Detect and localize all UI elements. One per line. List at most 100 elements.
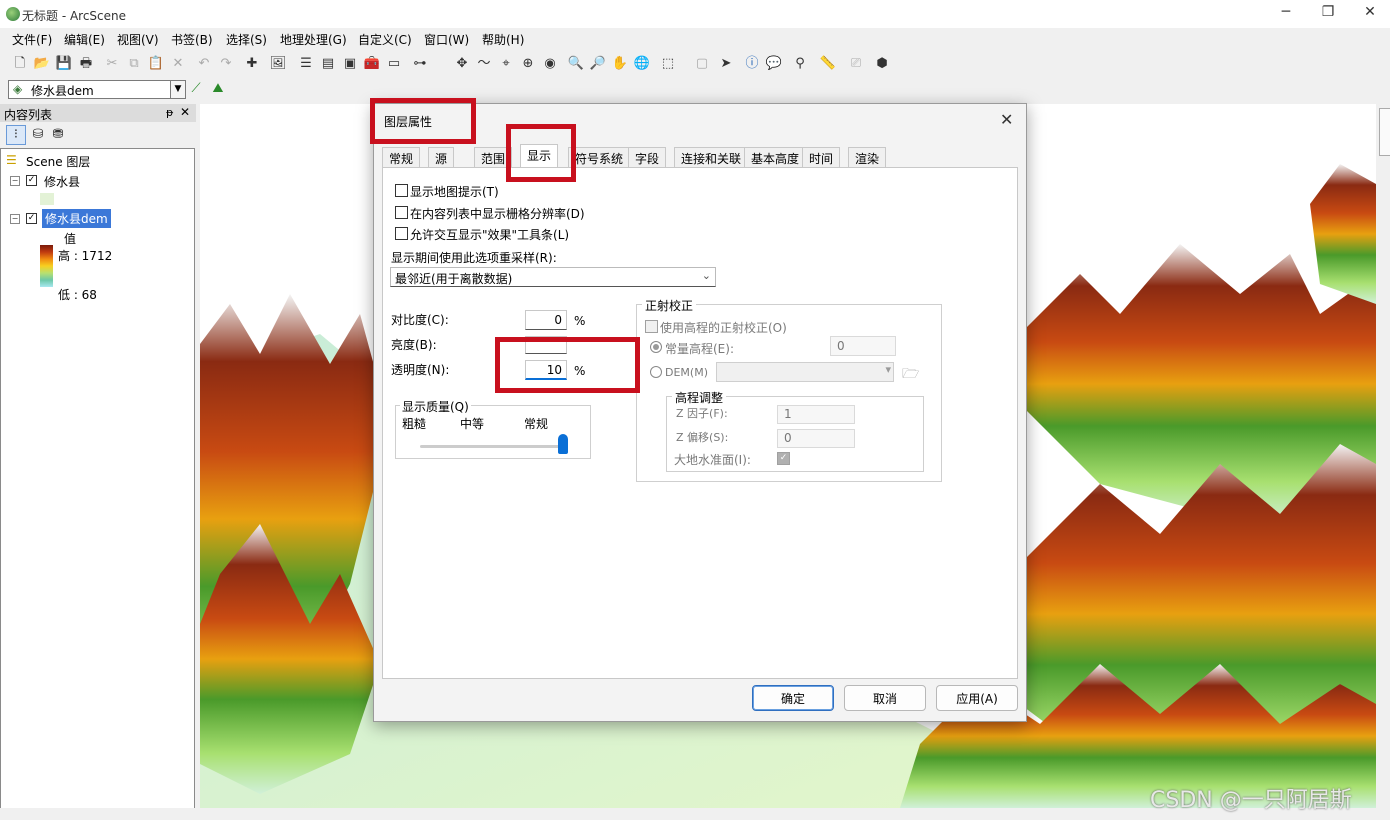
navigate-icon[interactable]: ✥ xyxy=(452,54,472,74)
dem-radio[interactable] xyxy=(650,366,662,378)
layer-selector-dropdown[interactable]: ◈ 修水县dem ▼ xyxy=(8,80,186,99)
undo-icon[interactable]: ↶ xyxy=(194,54,214,74)
zoom-to-target-icon[interactable]: ⊕ xyxy=(518,54,538,74)
menu-edit[interactable]: 编辑(E) xyxy=(64,31,105,48)
add-data-icon[interactable]: ✚ xyxy=(242,54,262,74)
animation-icon[interactable]: ⎚ xyxy=(846,54,866,74)
allow-effects-checkbox[interactable] xyxy=(395,227,408,240)
dialog-close-icon[interactable]: ✕ xyxy=(1000,110,1013,129)
tab-time[interactable]: 时间 xyxy=(802,147,841,168)
open-folder-icon[interactable]: 📂 xyxy=(32,54,52,74)
use-elevation-ortho-checkbox[interactable] xyxy=(645,320,658,333)
delete-icon[interactable]: ✕ xyxy=(168,54,188,74)
tab-fields[interactable]: 字段 xyxy=(628,147,667,168)
list-by-source-icon[interactable]: ⛁ xyxy=(28,125,48,145)
watermark: CSDN @一只阿居斯 xyxy=(1150,788,1352,813)
3d-analyst-icon[interactable]: ⬢ xyxy=(872,54,892,74)
menu-help[interactable]: 帮助(H) xyxy=(482,31,524,48)
select-features-icon[interactable]: ⬚ xyxy=(658,54,678,74)
flicker-layer-icon[interactable]: ⛰ xyxy=(208,79,228,99)
paste-icon[interactable]: 📋 xyxy=(146,54,166,74)
menu-bookmarks[interactable]: 书签(B) xyxy=(171,31,213,48)
picture-icon[interactable]: 🖼 xyxy=(268,54,288,74)
layer-checkbox-dem[interactable]: ✓ xyxy=(26,213,37,224)
geoid-checkbox[interactable]: ✓ xyxy=(777,452,790,465)
menu-selection[interactable]: 选择(S) xyxy=(226,31,267,48)
html-popup-icon[interactable]: 💬 xyxy=(764,54,784,74)
show-resolution-checkbox[interactable] xyxy=(395,206,408,219)
print-icon[interactable]: 🖶 xyxy=(76,54,96,74)
layer-checkbox-xiushui[interactable]: ✓ xyxy=(26,175,37,186)
zoom-out-icon[interactable]: 🔎 xyxy=(588,54,608,74)
tab-general[interactable]: 常规 xyxy=(382,147,421,168)
select-elements-icon[interactable]: ➤ xyxy=(716,54,736,74)
swipe-layer-icon[interactable]: ⟋ xyxy=(186,79,206,99)
table-of-contents-icon[interactable]: ☰ xyxy=(296,54,316,74)
brightness-label: 亮度(B): xyxy=(391,338,437,352)
clear-selection-icon[interactable]: ▢ xyxy=(692,54,712,74)
maximize-button[interactable]: ❐ xyxy=(1308,4,1348,24)
constant-elevation-radio[interactable] xyxy=(650,341,662,353)
find-binoculars-icon[interactable]: ⚲ xyxy=(790,54,810,74)
tab-source[interactable]: 源 xyxy=(428,147,455,168)
apply-button[interactable]: 应用(A) xyxy=(936,685,1018,711)
z-offset-input[interactable]: 0 xyxy=(777,429,855,448)
ok-button[interactable]: 确定 xyxy=(752,685,834,711)
arctoolbox-icon[interactable]: 🧰 xyxy=(362,54,382,74)
tab-joins-relates[interactable]: 连接和关联 xyxy=(674,147,749,168)
menu-file[interactable]: 文件(F) xyxy=(12,31,52,48)
full-extent-icon[interactable]: 🌐 xyxy=(632,54,652,74)
save-icon[interactable]: 💾 xyxy=(54,54,74,74)
close-window-button[interactable]: ✕ xyxy=(1350,4,1390,24)
show-resolution-label: 在内容列表中显示栅格分辨率(D) xyxy=(410,207,585,221)
contrast-input[interactable]: 0 xyxy=(525,310,567,330)
menu-geoprocessing[interactable]: 地理处理(G) xyxy=(280,31,347,48)
redo-icon[interactable]: ↷ xyxy=(216,54,236,74)
tab-symbology[interactable]: 符号系统 xyxy=(568,147,631,168)
z-factor-input[interactable]: 1 xyxy=(777,405,855,424)
model-builder-icon[interactable]: ⊶ xyxy=(410,54,430,74)
quality-slider-thumb[interactable] xyxy=(558,434,568,454)
pin-icon[interactable]: ᵽ xyxy=(166,106,173,119)
new-document-icon[interactable]: 🗋 xyxy=(10,54,30,74)
list-by-drawing-order-icon[interactable]: ⁝ xyxy=(6,125,26,145)
cut-icon[interactable]: ✂ xyxy=(102,54,122,74)
menu-windows[interactable]: 窗口(W) xyxy=(424,31,469,48)
constant-elevation-input[interactable]: 0 xyxy=(830,336,896,356)
measure-icon[interactable]: 📏 xyxy=(818,54,838,74)
menu-customize[interactable]: 自定义(C) xyxy=(358,31,412,48)
layer-name-dem[interactable]: 修水县dem xyxy=(42,209,111,228)
collapse-icon[interactable]: − xyxy=(10,214,20,224)
contrast-label: 对比度(C): xyxy=(391,313,449,327)
collapse-icon[interactable]: − xyxy=(10,176,20,186)
menu-view[interactable]: 视图(V) xyxy=(117,31,159,48)
z-factor-label: Z 因子(F): xyxy=(676,407,728,420)
display-quality-title: 显示质量(Q) xyxy=(400,398,471,415)
fly-icon[interactable]: 〜 xyxy=(474,54,494,74)
copy-icon[interactable]: ⧉ xyxy=(124,54,144,74)
catalog-tab-icon[interactable] xyxy=(1379,108,1390,156)
minimize-button[interactable]: ─ xyxy=(1266,4,1306,24)
set-observer-icon[interactable]: ◉ xyxy=(540,54,560,74)
highlight-dialog-title xyxy=(370,98,476,144)
pan-icon[interactable]: ✋ xyxy=(610,54,630,74)
python-window-icon[interactable]: ▭ xyxy=(384,54,404,74)
cancel-button[interactable]: 取消 xyxy=(844,685,926,711)
toc-close-icon[interactable]: ✕ xyxy=(180,105,190,119)
resample-dropdown[interactable]: 最邻近(用于离散数据) ⌄ xyxy=(390,267,716,287)
search-window-icon[interactable]: ▣ xyxy=(340,54,360,74)
layer-name-xiushui[interactable]: 修水县 xyxy=(44,173,80,190)
tab-rendering[interactable]: 渲染 xyxy=(848,147,887,168)
show-maptips-checkbox[interactable] xyxy=(395,184,408,197)
target-center-icon[interactable]: ⌖ xyxy=(496,54,516,74)
catalog-icon[interactable]: ▤ xyxy=(318,54,338,74)
zoom-in-icon[interactable]: 🔍 xyxy=(566,54,586,74)
elevation-color-ramp xyxy=(40,245,53,287)
chevron-down-icon: ⌄ xyxy=(701,269,711,282)
dem-dropdown[interactable]: ▾ xyxy=(716,362,894,382)
identify-icon[interactable]: ⓘ xyxy=(742,54,762,74)
scene-layers-root[interactable]: Scene 图层 xyxy=(26,153,90,170)
tab-base-heights[interactable]: 基本高度 xyxy=(744,147,807,168)
list-by-visibility-icon[interactable]: ⛃ xyxy=(48,125,68,145)
browse-folder-icon[interactable]: 🗁 xyxy=(902,363,919,387)
